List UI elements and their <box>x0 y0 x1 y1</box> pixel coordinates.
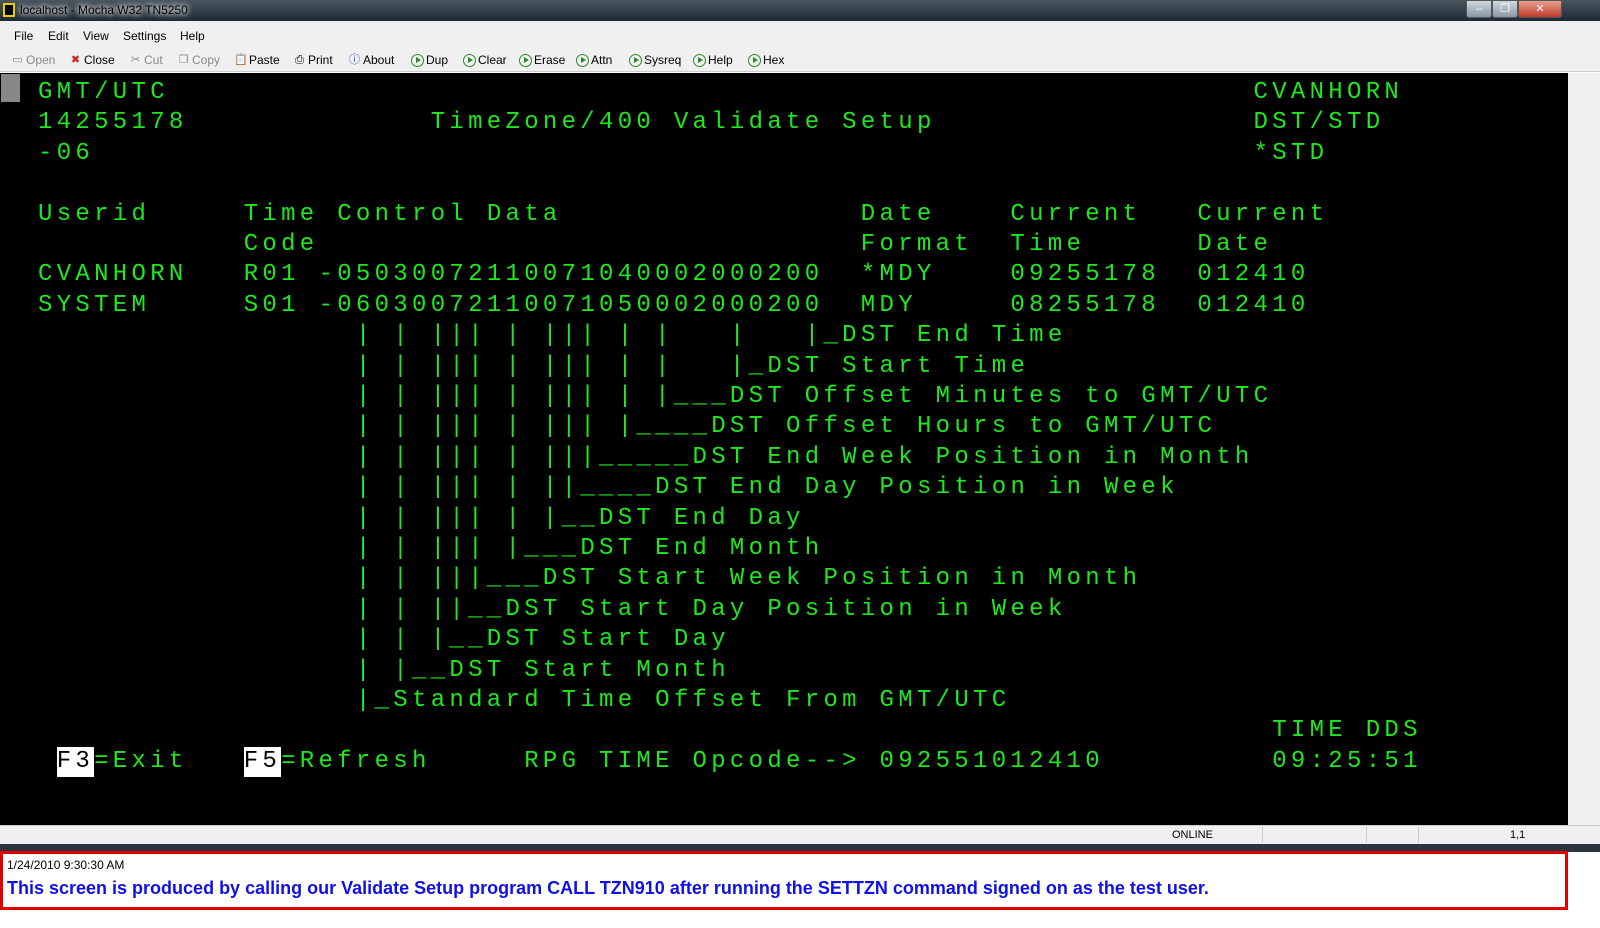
open-button[interactable]: ▭ Open <box>11 53 55 67</box>
system-offset: -06 <box>38 139 95 167</box>
row-time: 08255178 <box>1010 291 1161 319</box>
legend-line: | | ||| |___DST End Month <box>355 535 824 562</box>
play-icon <box>693 53 706 67</box>
play-icon <box>519 53 532 67</box>
col-time: Time <box>1010 231 1086 258</box>
legend-line: | | |__DST Start Day <box>355 626 730 654</box>
play-icon <box>411 53 424 67</box>
play-icon <box>463 53 476 67</box>
toolbar: ▭ Open ✖ Close ✂ Cut ❐ Copy 📋 Paste ⎙ Print ⓘ A… <box>0 48 1600 72</box>
col-date2: Date <box>1197 231 1273 258</box>
f3-label: =Exit <box>94 747 188 775</box>
scrollbar[interactable] <box>1568 73 1600 825</box>
rpg-opcode-label: RPG TIME Opcode--> <box>524 747 861 775</box>
scissors-icon: ✂ <box>130 53 141 66</box>
current-user: CVANHORN <box>1253 79 1404 106</box>
help-button[interactable]: Help <box>693 53 733 67</box>
copy-button[interactable]: ❐ Copy <box>177 53 220 67</box>
caption-date: 1/24/2010 9:30:30 AM <box>7 858 125 872</box>
row-data: -05030072110071040002000200 <box>318 261 824 289</box>
cut-button[interactable]: ✂ Cut <box>129 53 163 67</box>
close-x-icon: ✖ <box>70 53 81 66</box>
close-window-button[interactable]: ✕ <box>1518 0 1562 18</box>
legend-line: | | ||| | |||_____DST End Week Position … <box>355 443 1254 471</box>
rpg-opcode-value: 092551012410 <box>879 747 1104 775</box>
paste-icon: 📋 <box>234 53 248 66</box>
row-code: S01 <box>243 291 300 319</box>
legend-line: | |__DST Start Month <box>355 656 730 684</box>
dst-value: *STD <box>1253 139 1329 167</box>
menu-file[interactable]: File <box>14 29 33 43</box>
col-current-time: Current <box>1010 200 1142 228</box>
title-bar: localhost - Mocha W32 TN5250 – ❐ ✕ <box>0 0 1600 21</box>
legend-line: | | ||| | ||| | | |_DST Start Time <box>355 352 1030 380</box>
row-code: R01 <box>243 261 300 289</box>
col-time-control-data: Time Control Data <box>243 200 562 228</box>
legend-line: | | ||| | ||____DST End Day Position in … <box>355 474 1179 502</box>
print-button[interactable]: ⎙ Print <box>293 53 333 67</box>
legend-line: | | ||| | ||| | | | |_DST End Time <box>355 322 1067 350</box>
window-title: localhost - Mocha W32 TN5250 <box>20 3 188 17</box>
col-date: Date <box>860 200 936 228</box>
restore-button[interactable]: ❐ <box>1492 0 1518 18</box>
row-userid: SYSTEM <box>38 291 151 319</box>
cursor-position: 1,1 <box>1510 829 1526 841</box>
row-date: 012410 <box>1197 261 1310 289</box>
legend-line: | | ||| | ||| | |___DST Offset Minutes t… <box>355 383 1273 410</box>
attn-button[interactable]: Attn <box>576 53 612 67</box>
copy-icon: ❐ <box>178 53 189 66</box>
minimize-button[interactable]: – <box>1466 0 1492 18</box>
sysreq-button[interactable]: Sysreq <box>629 53 681 67</box>
row-format: MDY <box>860 291 917 319</box>
dup-button[interactable]: Dup <box>411 53 448 67</box>
col-userid: Userid <box>38 200 151 228</box>
app-icon <box>3 3 15 17</box>
about-button[interactable]: ⓘ About <box>348 53 394 67</box>
legend-line: | | ||| | |__DST End Day <box>355 504 805 532</box>
page-title: TimeZone/400 Validate Setup <box>430 109 936 137</box>
f5-label: =Refresh <box>281 747 431 775</box>
printer-icon: ⎙ <box>295 53 304 66</box>
col-format: Format <box>860 231 974 258</box>
dst-label: DST/STD <box>1253 109 1385 137</box>
close-button[interactable]: ✖ Close <box>69 53 115 67</box>
system-time: 14255178 <box>38 109 188 137</box>
paste-button[interactable]: 📋 Paste <box>234 53 280 67</box>
time-dds-value: 09:25:51 <box>1272 747 1422 775</box>
row-userid: CVANHORN <box>38 261 188 289</box>
menu-edit[interactable]: Edit <box>48 29 69 43</box>
status-bar: ONLINE 1,1 <box>0 825 1600 844</box>
row-format: *MDY <box>860 261 936 289</box>
legend-line: |_Standard Time Offset From GMT/UTC <box>355 687 1011 714</box>
play-icon <box>629 53 642 67</box>
caption-box: 1/24/2010 9:30:30 AM This screen is prod… <box>0 851 1568 910</box>
play-icon <box>748 53 761 67</box>
menu-settings[interactable]: Settings <box>123 29 166 43</box>
terminal-cursor <box>1 74 20 102</box>
clear-button[interactable]: Clear <box>463 53 507 67</box>
legend-line: | | ||__DST Start Day Position in Week <box>355 595 1067 623</box>
menu-help[interactable]: Help <box>180 29 205 43</box>
col-code: Code <box>243 231 319 258</box>
row-date: 012410 <box>1197 291 1310 319</box>
f5-key[interactable]: F5 <box>243 746 282 777</box>
menu-bar: File Edit View Settings Help <box>0 21 1600 48</box>
col-current-date: Current <box>1197 200 1329 228</box>
erase-button[interactable]: Erase <box>519 53 565 67</box>
hex-button[interactable]: Hex <box>748 53 784 67</box>
legend-line: | | |||___DST Start Week Position in Mon… <box>355 565 1142 593</box>
menu-view[interactable]: View <box>83 29 109 43</box>
row-data: -06030072110071050002000200 <box>318 291 824 319</box>
caption-text: This screen is produced by calling our V… <box>7 878 1209 898</box>
info-icon: ⓘ <box>349 53 360 66</box>
time-dds-label: TIME DDS <box>1272 717 1422 745</box>
tz-label: GMT/UTC <box>38 79 169 106</box>
connection-status: ONLINE <box>1172 829 1213 841</box>
f3-key[interactable]: F3 <box>56 746 95 777</box>
row-time: 09255178 <box>1010 261 1161 289</box>
legend-line: | | ||| | ||| |____DST Offset Hours to G… <box>355 413 1217 441</box>
computer-icon: ▭ <box>12 53 23 66</box>
play-icon <box>576 53 589 67</box>
